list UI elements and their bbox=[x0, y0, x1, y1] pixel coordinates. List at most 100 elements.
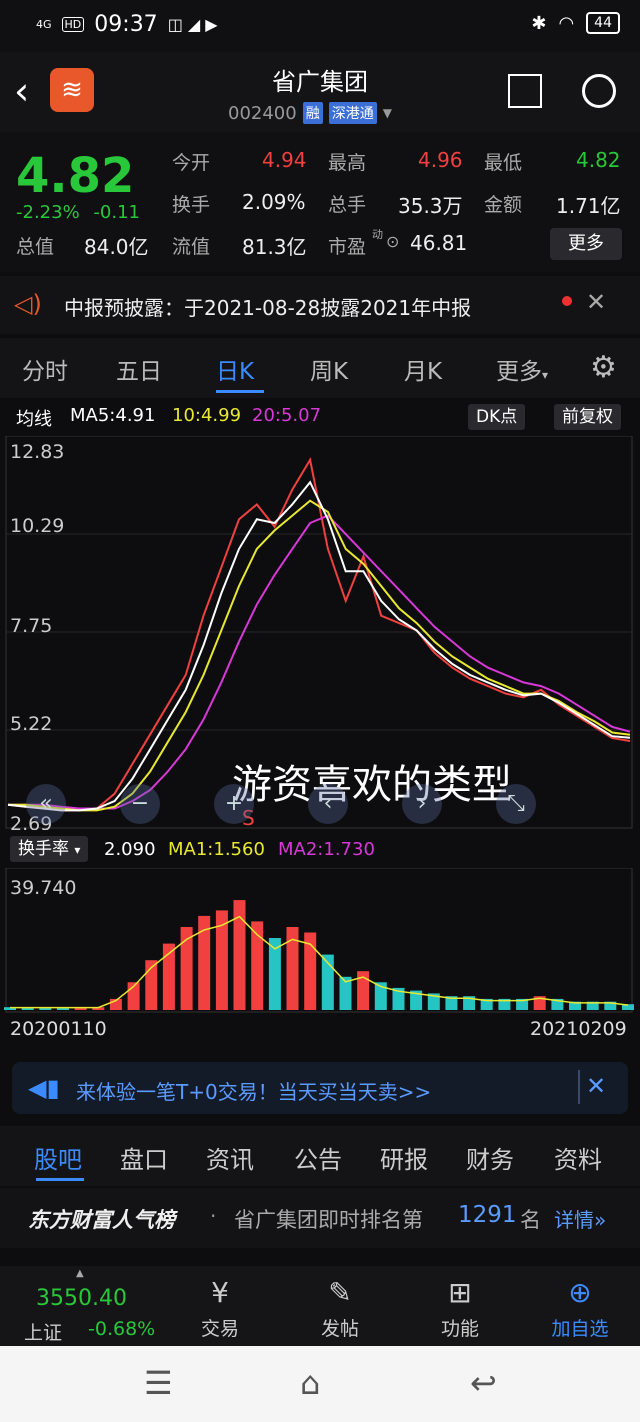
scroll-left-icon[interactable]: ‹ bbox=[308, 784, 348, 824]
clock: 09:37 bbox=[94, 12, 158, 37]
tab-profile[interactable]: 资料 bbox=[554, 1140, 602, 1175]
ma-legend: 均线 MA5:4.91 10:4.99 20:5.07 DK点 前复权 bbox=[0, 400, 640, 434]
scroll-left-fast-icon[interactable]: « bbox=[26, 784, 66, 824]
nav-post[interactable]: ✎ 发帖 bbox=[290, 1276, 390, 1341]
hd-indicator: HD bbox=[61, 17, 85, 32]
dk-button[interactable]: DK点 bbox=[468, 404, 526, 430]
tab-weekly-k[interactable]: 周K bbox=[310, 352, 348, 386]
ma20-value: 20:5.07 bbox=[252, 405, 322, 426]
turnover-selector-label: 换手率 bbox=[18, 839, 69, 859]
index-name: 上证 bbox=[24, 1322, 63, 1344]
price-tick: 12.83 bbox=[10, 441, 64, 463]
caret-up-icon: ▲ bbox=[76, 1268, 84, 1279]
low-label: 最低 bbox=[484, 152, 523, 174]
tab-monthly-k[interactable]: 月K bbox=[404, 352, 442, 386]
edit-icon: ✎ bbox=[328, 1276, 352, 1309]
divider bbox=[578, 1070, 580, 1104]
quote-panel: 4.82 -2.23% -0.11 总值 84.0亿 今开 4.94 最高 4.… bbox=[0, 132, 640, 272]
index-value[interactable]: 3550.40 bbox=[36, 1286, 127, 1311]
amount-label: 金额 bbox=[484, 194, 523, 216]
turnover-selector[interactable]: 换手率 ▾ bbox=[10, 836, 89, 862]
nav-post-label: 发帖 bbox=[320, 1318, 359, 1340]
back-system-icon[interactable]: ↩ bbox=[470, 1364, 497, 1402]
notice-bar[interactable]: ◁) 中报预披露：于2021-08-28披露2021年中报 ✕ bbox=[0, 276, 640, 334]
rank-brand: 东方财富人气榜 bbox=[28, 1208, 175, 1232]
float-label: 流值 bbox=[172, 236, 211, 258]
popularity-rank[interactable]: 东方财富人气榜 · 省广集团即时排名第 1291 名 详情» bbox=[0, 1188, 640, 1248]
search-icon[interactable] bbox=[582, 74, 616, 108]
turnover-max-label: 39.740 bbox=[10, 877, 76, 899]
fullscreen-icon[interactable]: ⤡ bbox=[496, 784, 536, 824]
unread-dot bbox=[562, 296, 572, 306]
stock-code-row[interactable]: 002400 融 深港通 ▼ bbox=[228, 102, 392, 124]
price-tick: 5.22 bbox=[10, 713, 52, 735]
details-link[interactable]: 详情» bbox=[554, 1204, 606, 1233]
close-promo-icon[interactable]: ✕ bbox=[586, 1072, 606, 1100]
volume-value: 35.3万 bbox=[398, 194, 463, 218]
amount-value: 1.71亿 bbox=[556, 194, 621, 218]
nav-functions[interactable]: ⊞ 功能 bbox=[410, 1276, 510, 1341]
active-section-indicator bbox=[36, 1178, 84, 1181]
high-label: 最高 bbox=[328, 152, 367, 174]
turnover-ma-line bbox=[10, 915, 629, 1009]
nav-trade[interactable]: ¥ 交易 bbox=[170, 1276, 270, 1341]
section-tabs: 股吧 盘口 资讯 公告 研报 财务 资料 bbox=[0, 1126, 640, 1186]
zoom-out-icon[interactable]: − bbox=[120, 784, 160, 824]
ma-label: 均线 bbox=[16, 409, 52, 430]
caret-down-icon: ▾ bbox=[74, 843, 81, 857]
nav-add-watchlist[interactable]: ⊕ 加自选 bbox=[530, 1276, 630, 1341]
overlay-caption: 游资喜欢的类型 bbox=[232, 762, 512, 808]
period-tabs: 分时 五日 日K 周K 月K 更多▾ ⚙ bbox=[0, 338, 640, 398]
low-value: 4.82 bbox=[576, 148, 621, 172]
current-price: 4.82 bbox=[16, 148, 135, 204]
status-bar: 4G HD 09:37 ◫ ◢ ▶ ✱ ◠ 44 bbox=[0, 0, 640, 52]
rank-number: 1291 bbox=[458, 1202, 517, 1228]
price-change: -2.23% -0.11 bbox=[16, 202, 140, 223]
tab-research[interactable]: 研报 bbox=[380, 1140, 428, 1175]
speaker-icon: ◁) bbox=[14, 290, 42, 318]
chart-frame bbox=[5, 868, 633, 1013]
notification-icons: ◫ ◢ ▶ bbox=[167, 15, 218, 34]
bluetooth-icon: ✱ bbox=[531, 12, 547, 34]
promo-banner[interactable]: ◀▮ 来体验一笔T+0交易！当天买当天卖>> ✕ bbox=[12, 1062, 628, 1114]
tab-intraday[interactable]: 分时 bbox=[22, 352, 68, 386]
tab-more[interactable]: 更多▾ bbox=[496, 352, 548, 386]
change-percent: -2.23% bbox=[16, 202, 80, 223]
double-chevron-right-icon: » bbox=[594, 1208, 607, 1232]
tab-daily-k[interactable]: 日K bbox=[216, 352, 254, 386]
index-change: -0.68% bbox=[88, 1318, 156, 1340]
turnover-chart[interactable]: 39.740 bbox=[0, 868, 640, 1014]
close-icon[interactable]: ✕ bbox=[586, 288, 606, 316]
share-icon[interactable] bbox=[508, 74, 542, 108]
ma5-value: MA5:4.91 bbox=[70, 405, 156, 426]
turnover-ma1: MA1:1.560 bbox=[168, 839, 265, 860]
tab-news[interactable]: 资讯 bbox=[206, 1140, 254, 1175]
float-value: 81.3亿 bbox=[242, 235, 307, 259]
mktcap-label: 总值 bbox=[16, 236, 55, 258]
start-date: 20200110 bbox=[10, 1018, 107, 1040]
turnover-value: 2.09% bbox=[242, 190, 306, 214]
plus-circle-icon: ⊕ bbox=[568, 1276, 592, 1309]
pe-value: 46.81 bbox=[410, 231, 468, 255]
yuan-icon: ¥ bbox=[211, 1276, 229, 1309]
more-button[interactable]: 更多 bbox=[550, 228, 622, 260]
grid-icon: ⊞ bbox=[448, 1276, 472, 1309]
tab-panko[interactable]: 盘口 bbox=[120, 1140, 168, 1175]
wifi-icon: ◠ bbox=[558, 12, 575, 34]
info-icon[interactable]: ⊙ bbox=[386, 232, 399, 251]
tab-guba[interactable]: 股吧 bbox=[34, 1140, 82, 1175]
chevron-down-icon: ▼ bbox=[382, 106, 392, 120]
system-nav: ☰ ⌂ ↩ bbox=[0, 1346, 640, 1422]
gear-icon[interactable]: ⚙ bbox=[590, 350, 617, 385]
promo-text: 来体验一笔T+0交易！当天买当天卖>> bbox=[76, 1080, 432, 1104]
home-icon[interactable]: ⌂ bbox=[300, 1364, 320, 1402]
open-label: 今开 bbox=[172, 152, 211, 174]
tab-financials[interactable]: 财务 bbox=[466, 1140, 514, 1175]
menu-icon[interactable]: ☰ bbox=[144, 1364, 173, 1402]
tab-announcements[interactable]: 公告 bbox=[294, 1140, 342, 1175]
zoom-in-icon[interactable]: + bbox=[214, 784, 254, 824]
adjust-button[interactable]: 前复权 bbox=[554, 404, 621, 430]
tab-five-day[interactable]: 五日 bbox=[116, 352, 162, 386]
rank-text: 省广集团即时排名第 bbox=[234, 1208, 423, 1232]
scroll-right-icon[interactable]: › bbox=[402, 784, 442, 824]
